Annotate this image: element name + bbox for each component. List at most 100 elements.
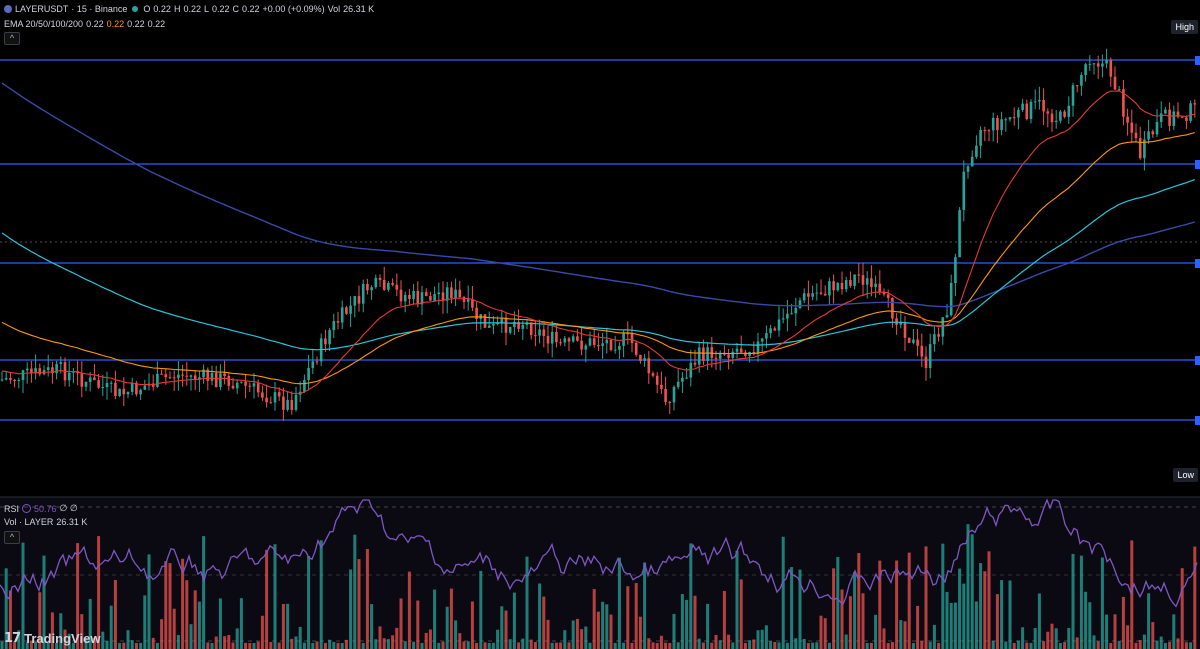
candle-body xyxy=(1164,109,1167,114)
candle-body xyxy=(584,345,588,350)
level-marker[interactable] xyxy=(1195,416,1200,425)
candle-body xyxy=(697,347,701,365)
volume-bar xyxy=(298,626,302,649)
volume-bar xyxy=(1037,593,1041,649)
candle-body xyxy=(370,287,373,291)
candle-body xyxy=(429,296,432,301)
volume-bar xyxy=(210,642,214,649)
volume-bar xyxy=(1004,641,1008,649)
open-label: O xyxy=(143,4,151,14)
candle-body xyxy=(332,321,336,331)
rsi-legend[interactable]: RSI 50.76 ∅ ∅ xyxy=(4,503,78,514)
candle-body xyxy=(210,372,214,381)
volume-bar xyxy=(122,642,126,649)
level-marker[interactable] xyxy=(1195,56,1200,65)
volume-bar xyxy=(491,642,495,649)
candle-body xyxy=(403,294,407,302)
candle-body xyxy=(357,296,361,304)
candle-body xyxy=(214,372,218,388)
level-marker[interactable] xyxy=(1195,259,1200,268)
candle-body xyxy=(109,382,113,384)
candle-body xyxy=(563,338,567,343)
volume-bar xyxy=(739,579,743,649)
high-label: H xyxy=(173,4,181,14)
volume-bar xyxy=(1050,623,1054,649)
candle-body xyxy=(248,385,252,387)
candle-body xyxy=(580,340,583,350)
candle-body xyxy=(374,277,378,288)
candle-body xyxy=(504,317,508,333)
volume-bar xyxy=(937,642,941,649)
volume-bar xyxy=(349,569,353,649)
candle-body xyxy=(1109,59,1113,77)
candle-body xyxy=(609,339,613,350)
volume-bar xyxy=(1000,580,1004,649)
level-marker[interactable] xyxy=(1195,356,1200,365)
volume-bar xyxy=(735,550,739,649)
candle-body xyxy=(382,280,386,290)
volume-bar xyxy=(445,606,449,649)
candle-body xyxy=(303,379,306,392)
ema-legend[interactable]: EMA 20/50/100/200 0.22 0.22 0.22 0.22 xyxy=(4,19,165,29)
level-marker[interactable] xyxy=(1195,160,1200,169)
ema50-value: 0.22 xyxy=(106,19,125,29)
volume-bar xyxy=(336,642,340,649)
volume-bar xyxy=(155,642,159,649)
volume-bar xyxy=(315,641,319,649)
volume-bar xyxy=(886,642,890,649)
candle-body xyxy=(979,129,982,146)
symbol-name[interactable]: LAYERUSDT xyxy=(15,4,68,14)
volume-bar xyxy=(399,598,403,649)
candle-body xyxy=(1046,111,1050,114)
volume-bar xyxy=(546,619,550,649)
candle-body xyxy=(462,297,466,302)
candle-body xyxy=(928,344,932,368)
low-tag: Low xyxy=(1173,468,1198,482)
candle-body xyxy=(903,322,907,338)
volume-bar xyxy=(836,557,840,649)
candle-body xyxy=(231,385,235,389)
volume-bar xyxy=(752,639,756,649)
volume-bar xyxy=(508,639,512,649)
volume-bar xyxy=(1071,553,1075,649)
volume-bar xyxy=(727,634,731,649)
collapse-volume-button[interactable]: ^ xyxy=(4,531,20,544)
candle-body xyxy=(592,338,596,346)
candle-body xyxy=(1008,117,1012,120)
volume-bar xyxy=(1126,625,1130,649)
volume-bar xyxy=(462,641,466,649)
volume-bar xyxy=(1163,642,1167,649)
chart-area[interactable]: LAYERUSDT · 15 · Binance O 0.22 H 0.22 L 0.… xyxy=(0,0,1200,649)
volume-bar xyxy=(596,611,600,649)
volume-bar xyxy=(647,638,651,649)
candle-body xyxy=(781,318,785,320)
candle-body xyxy=(349,305,352,314)
volume-bar xyxy=(651,642,655,649)
rsi-pane xyxy=(0,497,1200,649)
volume-bar xyxy=(529,639,533,649)
volume-legend[interactable]: Vol · LAYER 26.31 K xyxy=(4,517,87,527)
volume-bar xyxy=(1079,555,1083,649)
candle-body xyxy=(924,356,928,368)
candle-body xyxy=(685,377,688,379)
volume-bar xyxy=(134,643,138,649)
ema-label: EMA 20/50/100/200 xyxy=(4,19,84,29)
volume-bar xyxy=(806,642,810,649)
tradingview-logo[interactable]: 17 TradingView xyxy=(4,631,100,646)
collapse-legend-button[interactable]: ^ xyxy=(4,32,20,45)
volume-bar xyxy=(601,601,605,649)
price-chart[interactable] xyxy=(0,0,1200,649)
candle-body xyxy=(227,376,231,386)
candle-body xyxy=(576,336,579,341)
volume-bar xyxy=(395,627,399,649)
candle-body xyxy=(282,396,285,410)
candle-body xyxy=(345,307,348,314)
volume-bar xyxy=(953,602,957,649)
candle-body xyxy=(870,278,873,288)
candle-body xyxy=(773,328,777,331)
candle-body xyxy=(273,392,277,403)
candle-body xyxy=(265,397,268,403)
volume-bar xyxy=(970,534,974,649)
candle-body xyxy=(676,381,680,387)
candle-body xyxy=(1004,119,1008,121)
